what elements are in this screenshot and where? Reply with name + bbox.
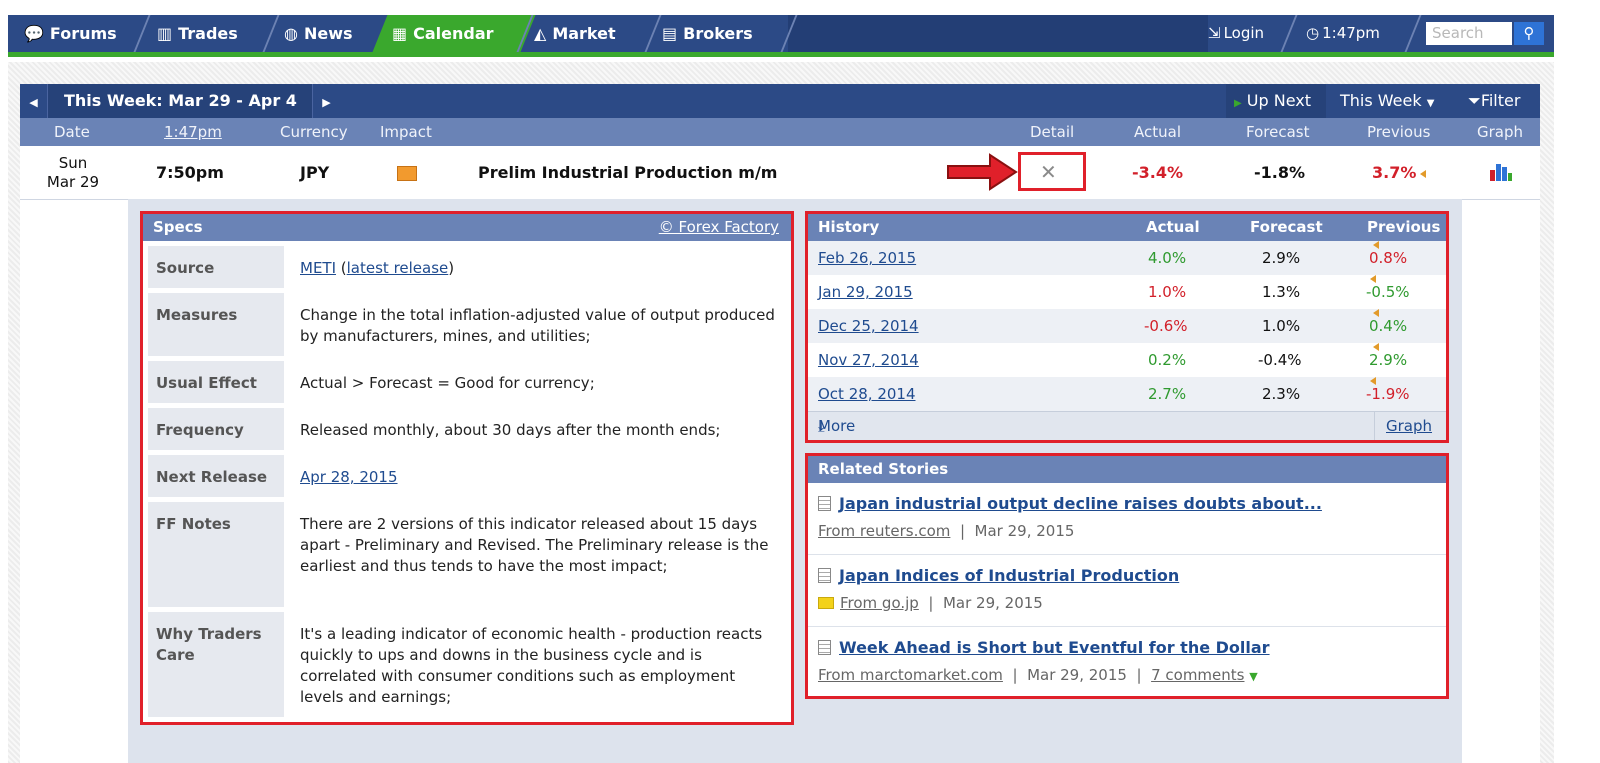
nav-tab-trades[interactable]: ▥ Trades	[141, 15, 238, 52]
col-graph: Graph	[1477, 123, 1524, 141]
stories-highlight-box	[805, 453, 1449, 699]
chevron-down-icon: ▼	[1426, 98, 1435, 109]
filter-button[interactable]: ⏷Filter	[1458, 84, 1540, 118]
col-previous: Previous	[1367, 123, 1431, 141]
col-actual: Actual	[1134, 123, 1181, 141]
revised-icon	[1420, 169, 1427, 178]
nav-tab-calendar[interactable]: ▦ Calendar	[376, 15, 494, 52]
play-icon: ▶	[1234, 98, 1242, 109]
red-arrow-annotation	[947, 153, 1018, 191]
nav-tab-news[interactable]: ◍ News	[268, 15, 353, 52]
event-time: 7:50pm	[156, 163, 224, 182]
nav-tab-brokers[interactable]: ▤ Brokers	[646, 15, 753, 52]
event-actual: -3.4%	[1132, 163, 1184, 182]
event-forecast: -1.8%	[1254, 163, 1306, 182]
building-icon: ▤	[662, 24, 678, 43]
calendar-icon: ▦	[392, 24, 408, 43]
nav-tab-forums[interactable]: 💬 Forums	[8, 15, 117, 52]
graph-icon[interactable]	[1489, 162, 1513, 182]
nav-separator	[1280, 15, 1298, 52]
history-highlight-box	[805, 211, 1449, 443]
specs-highlight-box	[140, 211, 794, 725]
column-header-row: Date 1:47pm Currency Impact Detail Actua…	[20, 118, 1540, 146]
clock-display[interactable]: ◷ 1:47pm	[1298, 15, 1380, 52]
funnel-icon: ⏷	[1468, 91, 1481, 110]
col-impact: Impact	[380, 123, 432, 141]
event-previous: 3.7%	[1372, 163, 1427, 182]
bar-chart-icon: ▥	[157, 24, 173, 43]
search-input[interactable]: Search	[1426, 22, 1512, 45]
search-icon: ⚲	[1523, 24, 1535, 42]
calendar-header: ◀ This Week: Mar 29 - Apr 4 ▶ ▶ Up Next …	[20, 84, 1540, 118]
col-forecast: Forecast	[1246, 123, 1310, 141]
caret-left-icon: ◀	[29, 96, 38, 109]
clock-icon: ◷	[1306, 24, 1320, 42]
nav-separator	[1404, 15, 1422, 52]
prev-week-button[interactable]: ◀	[20, 84, 48, 118]
event-row[interactable]	[20, 146, 1540, 200]
up-next-button[interactable]: ▶ Up Next	[1226, 84, 1326, 118]
col-currency: Currency	[280, 123, 348, 141]
col-date: Date	[54, 123, 90, 141]
col-detail: Detail	[1030, 123, 1075, 141]
close-detail-icon[interactable]: ✕	[1040, 160, 1057, 184]
login-icon: ⇲	[1208, 24, 1221, 42]
event-title[interactable]: Prelim Industrial Production m/m	[478, 163, 777, 182]
search-button[interactable]: ⚲	[1514, 22, 1544, 45]
week-selector[interactable]: This Week: Mar 29 - Apr 4	[48, 84, 312, 118]
this-week-dropdown[interactable]: This Week ▼	[1330, 84, 1454, 118]
mountain-chart-icon: ◭	[534, 24, 547, 43]
nav-bar-fill	[788, 15, 1208, 52]
login-link[interactable]: ⇲ Login	[1200, 15, 1264, 52]
impact-medium-icon[interactable]	[397, 166, 417, 181]
event-currency: JPY	[300, 163, 330, 182]
col-time-link[interactable]: 1:47pm	[164, 118, 222, 146]
chat-bubbles-icon: 💬	[24, 24, 44, 43]
event-date-cell: Sun Mar 29	[46, 154, 100, 191]
next-week-button[interactable]: ▶	[312, 84, 340, 118]
globe-icon: ◍	[284, 24, 298, 43]
caret-right-icon: ▶	[322, 96, 331, 109]
top-nav-bar: 💬 Forums ▥ Trades ◍ News ▦ Calendar ◭ Market …	[8, 15, 1554, 57]
nav-tab-market[interactable]: ◭ Market	[518, 15, 616, 52]
